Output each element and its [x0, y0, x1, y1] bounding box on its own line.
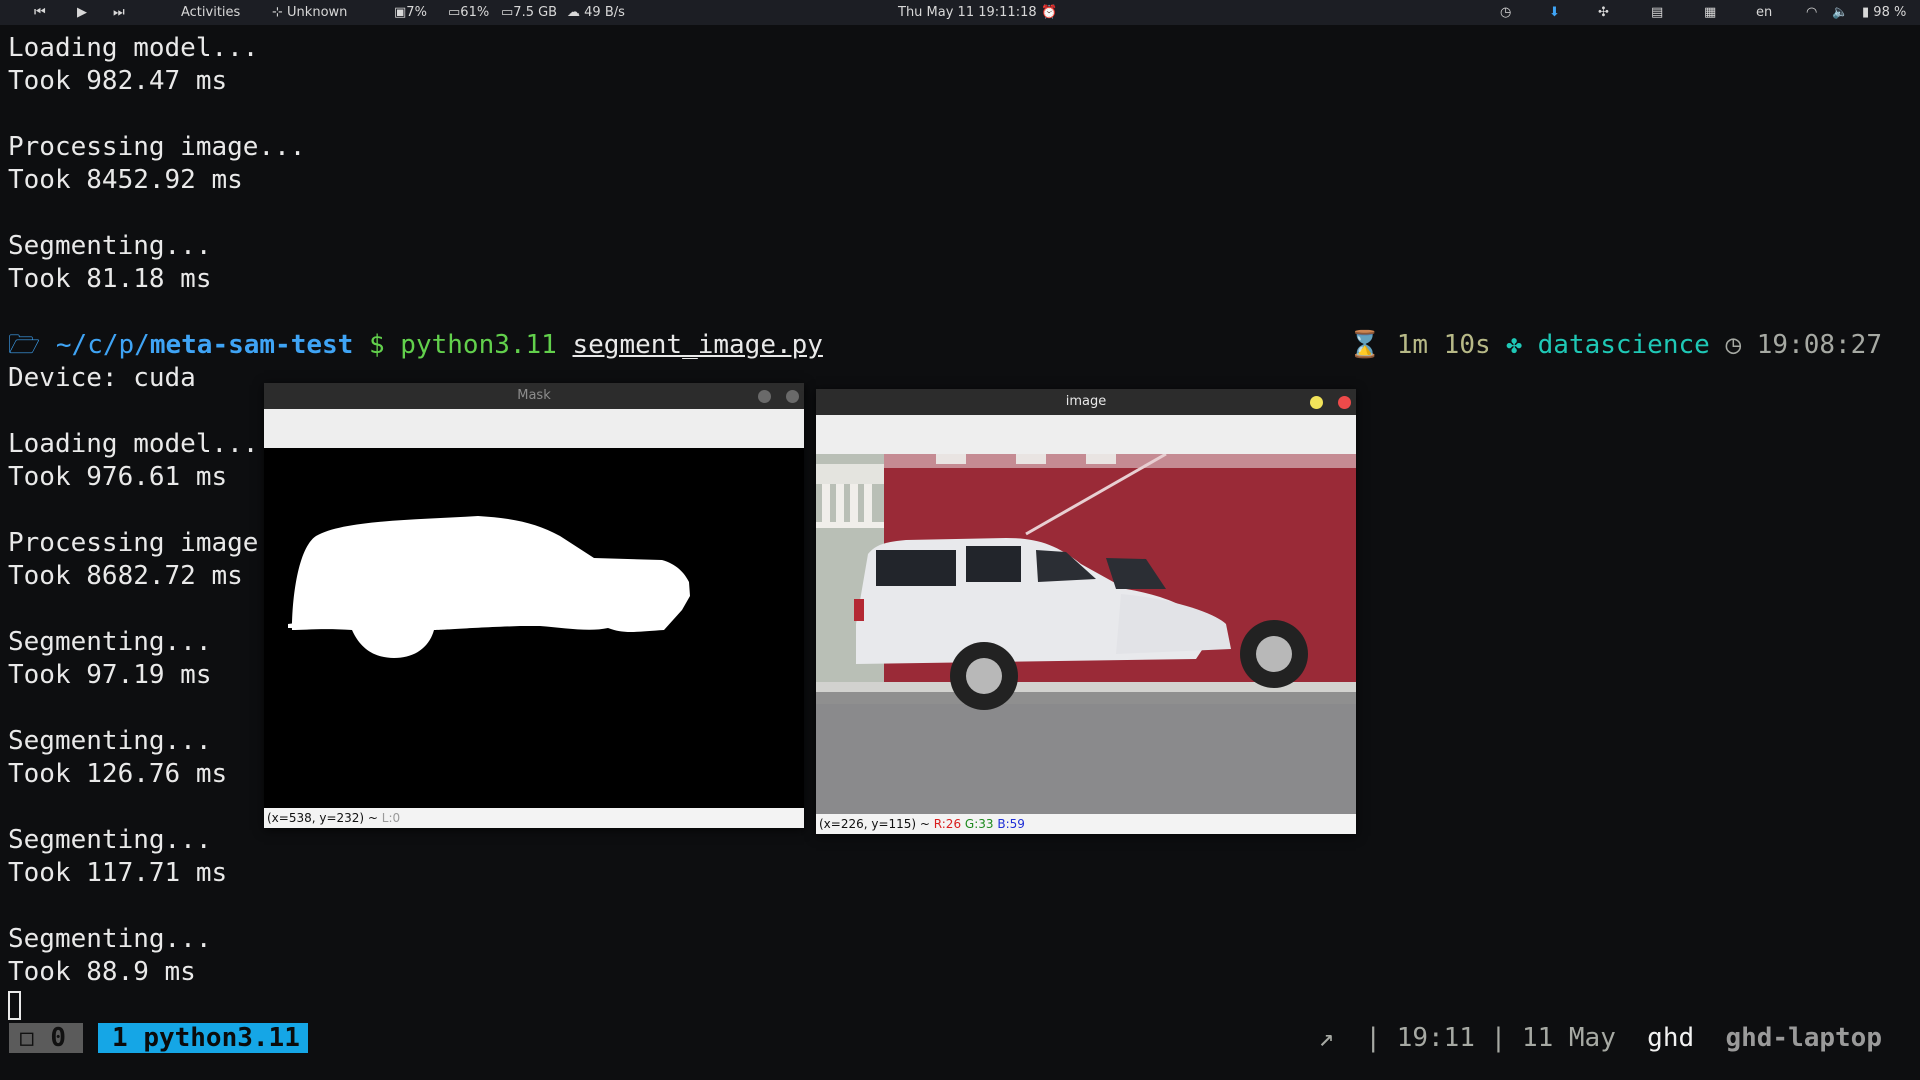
- mask-window[interactable]: Mask (x=538, y=232) ~ L:0: [264, 383, 804, 828]
- prompt-line: 🗁 ~/c/p/meta-sam-test $ python3.11 segme…: [8, 329, 823, 362]
- disk-indicator[interactable]: ▭7.5 GB: [501, 4, 557, 21]
- terminal-line: Took 982.47 ms: [8, 66, 228, 96]
- mask-window-toolbar: [264, 409, 804, 448]
- battery-indicator[interactable]: ▮ 98 %: [1862, 4, 1906, 21]
- pixel-red-value: R:26: [933, 817, 962, 831]
- square-icon: ◻: [19, 1023, 35, 1053]
- hourglass-icon: ⌛: [1348, 330, 1382, 360]
- prompt-path-prefix: ~/c/p/: [55, 330, 150, 360]
- cpu-indicator[interactable]: ▣7%: [394, 4, 427, 21]
- battery-value: 98 %: [1873, 5, 1907, 20]
- terminal-cursor: [8, 991, 21, 1020]
- net-speed-indicator[interactable]: ☁ 49 B/s: [567, 4, 625, 21]
- play-icon[interactable]: ▶: [77, 4, 87, 21]
- terminal-line: Segmenting...: [8, 924, 212, 954]
- prompt-argument: segment_image.py: [572, 330, 823, 360]
- clock-icon: ◷: [1725, 330, 1742, 360]
- terminal-line: Took 8452.92 ms: [8, 165, 243, 195]
- terminal-line: Segmenting...: [8, 825, 212, 855]
- cloud-upload-icon: ☁: [567, 5, 580, 20]
- terminal-line: Segmenting...: [8, 231, 212, 261]
- workspace-icon[interactable]: ▦: [1704, 4, 1716, 21]
- network-indicator[interactable]: ⊹ Unknown: [272, 4, 347, 21]
- memory-indicator[interactable]: ▭61%: [448, 4, 489, 21]
- mask-pixel-value: L:0: [381, 811, 401, 825]
- top-bar: ⏮ ▶ ⏭ Activities ⊹ Unknown ▣7% ▭61% ▭7.5…: [0, 0, 1920, 25]
- terminal-line: Took 117.71 ms: [8, 858, 228, 888]
- prompt-command: python3.11: [400, 330, 557, 360]
- mask-shape: [288, 516, 690, 658]
- prompt-right-info: ⌛ 1m 10s ✤ datascience ◷ 19:08:27: [1349, 329, 1882, 362]
- network-icon: ⊹: [272, 5, 283, 20]
- prompt-env: datascience: [1537, 330, 1710, 360]
- mask-window-title: Mask: [517, 388, 551, 403]
- image-window-status: (x=226, y=115) ~ R:26 G:33 B:59: [816, 814, 1356, 834]
- prompt-symbol: $: [368, 330, 385, 360]
- clock[interactable]: Thu May 11 19:11:18: [898, 4, 1037, 21]
- net-speed-value: 49 B/s: [584, 5, 625, 20]
- image-window-titlebar[interactable]: image: [816, 389, 1356, 415]
- image-window[interactable]: image (x=226, y=115) ~ R:26 G:33 B:59: [816, 389, 1356, 834]
- close-button[interactable]: [1338, 396, 1351, 409]
- battery-icon: ▮: [1862, 5, 1870, 20]
- image-window-toolbar: [816, 415, 1356, 454]
- memory-icon: ▭: [448, 5, 461, 20]
- memory-size-value: 7.5 GB: [513, 5, 558, 20]
- tmux-window-index: 1: [112, 1023, 128, 1053]
- python-icon: ✤: [1506, 330, 1522, 360]
- minimize-button[interactable]: [758, 390, 771, 403]
- activities-button[interactable]: Activities: [181, 4, 240, 21]
- tmux-window-name: python3.11: [143, 1023, 300, 1053]
- image-cursor-position: (x=226, y=115) ~: [819, 817, 934, 831]
- prompt-path-dir: meta-sam-test: [149, 330, 354, 360]
- pixel-blue-value: B:59: [997, 817, 1025, 831]
- tmux-date: 11 May: [1521, 1023, 1616, 1053]
- extension-icon[interactable]: ✣: [1598, 4, 1609, 21]
- pickup-truck-photo: [816, 454, 1356, 814]
- tmux-user: ghd: [1647, 1023, 1695, 1053]
- photo-image[interactable]: [816, 454, 1356, 814]
- download-icon[interactable]: ⬇: [1549, 4, 1560, 21]
- disk-icon: ▭: [501, 5, 514, 20]
- tmux-host: ghd-laptop: [1725, 1023, 1882, 1053]
- tmux-session-number: 0: [50, 1023, 66, 1053]
- image-window-title: image: [1065, 394, 1107, 409]
- prompt-time: 19:08:27: [1756, 330, 1882, 360]
- volume-icon[interactable]: 🔈: [1832, 4, 1848, 21]
- tmux-time: 19:11: [1396, 1023, 1475, 1053]
- tmux-right-status: ↗ | 19:11 | 11 May ghd ghd-laptop: [1318, 1023, 1882, 1053]
- cpu-icon: ▣: [394, 5, 407, 20]
- mask-cursor-position: (x=538, y=232) ~: [267, 811, 382, 825]
- previous-track-icon[interactable]: ⏮: [34, 4, 46, 21]
- clipboard-icon[interactable]: ▤: [1651, 4, 1663, 21]
- mask-image[interactable]: [264, 448, 804, 808]
- timeshift-icon[interactable]: ◷: [1500, 4, 1511, 21]
- terminal-line: Loading model...: [8, 33, 259, 63]
- memory-value: 61%: [460, 5, 490, 20]
- tmux-status-bar: ◻ 0 1 python3.11 ↗ | 19:11 | 11 May ghd …: [0, 1018, 1920, 1058]
- folder-open-icon: 🗁: [8, 330, 56, 360]
- prompt-duration: 1m 10s: [1396, 330, 1491, 360]
- minimize-button[interactable]: [1310, 396, 1323, 409]
- terminal-line: Took 88.9 ms: [8, 957, 196, 987]
- next-track-icon[interactable]: ⏭: [113, 4, 125, 21]
- pixel-green-value: G:33: [964, 817, 994, 831]
- tmux-session[interactable]: ◻ 0: [9, 1023, 83, 1053]
- close-button[interactable]: [786, 390, 799, 403]
- terminal-line: Took 81.18 ms: [8, 264, 212, 294]
- tmux-window-tab[interactable]: 1 python3.11: [98, 1023, 308, 1053]
- terminal-line: Processing image...: [8, 132, 306, 162]
- network-label: Unknown: [287, 5, 348, 20]
- tmux-arrow-icon: ↗: [1318, 1023, 1335, 1053]
- wifi-icon[interactable]: ◠: [1806, 4, 1817, 21]
- alarm-icon[interactable]: ⏰: [1041, 4, 1057, 21]
- mask-window-status: (x=538, y=232) ~ L:0: [264, 808, 804, 828]
- cpu-value: 7%: [406, 5, 427, 20]
- language-indicator[interactable]: en: [1756, 4, 1772, 21]
- mask-window-titlebar[interactable]: Mask: [264, 383, 804, 409]
